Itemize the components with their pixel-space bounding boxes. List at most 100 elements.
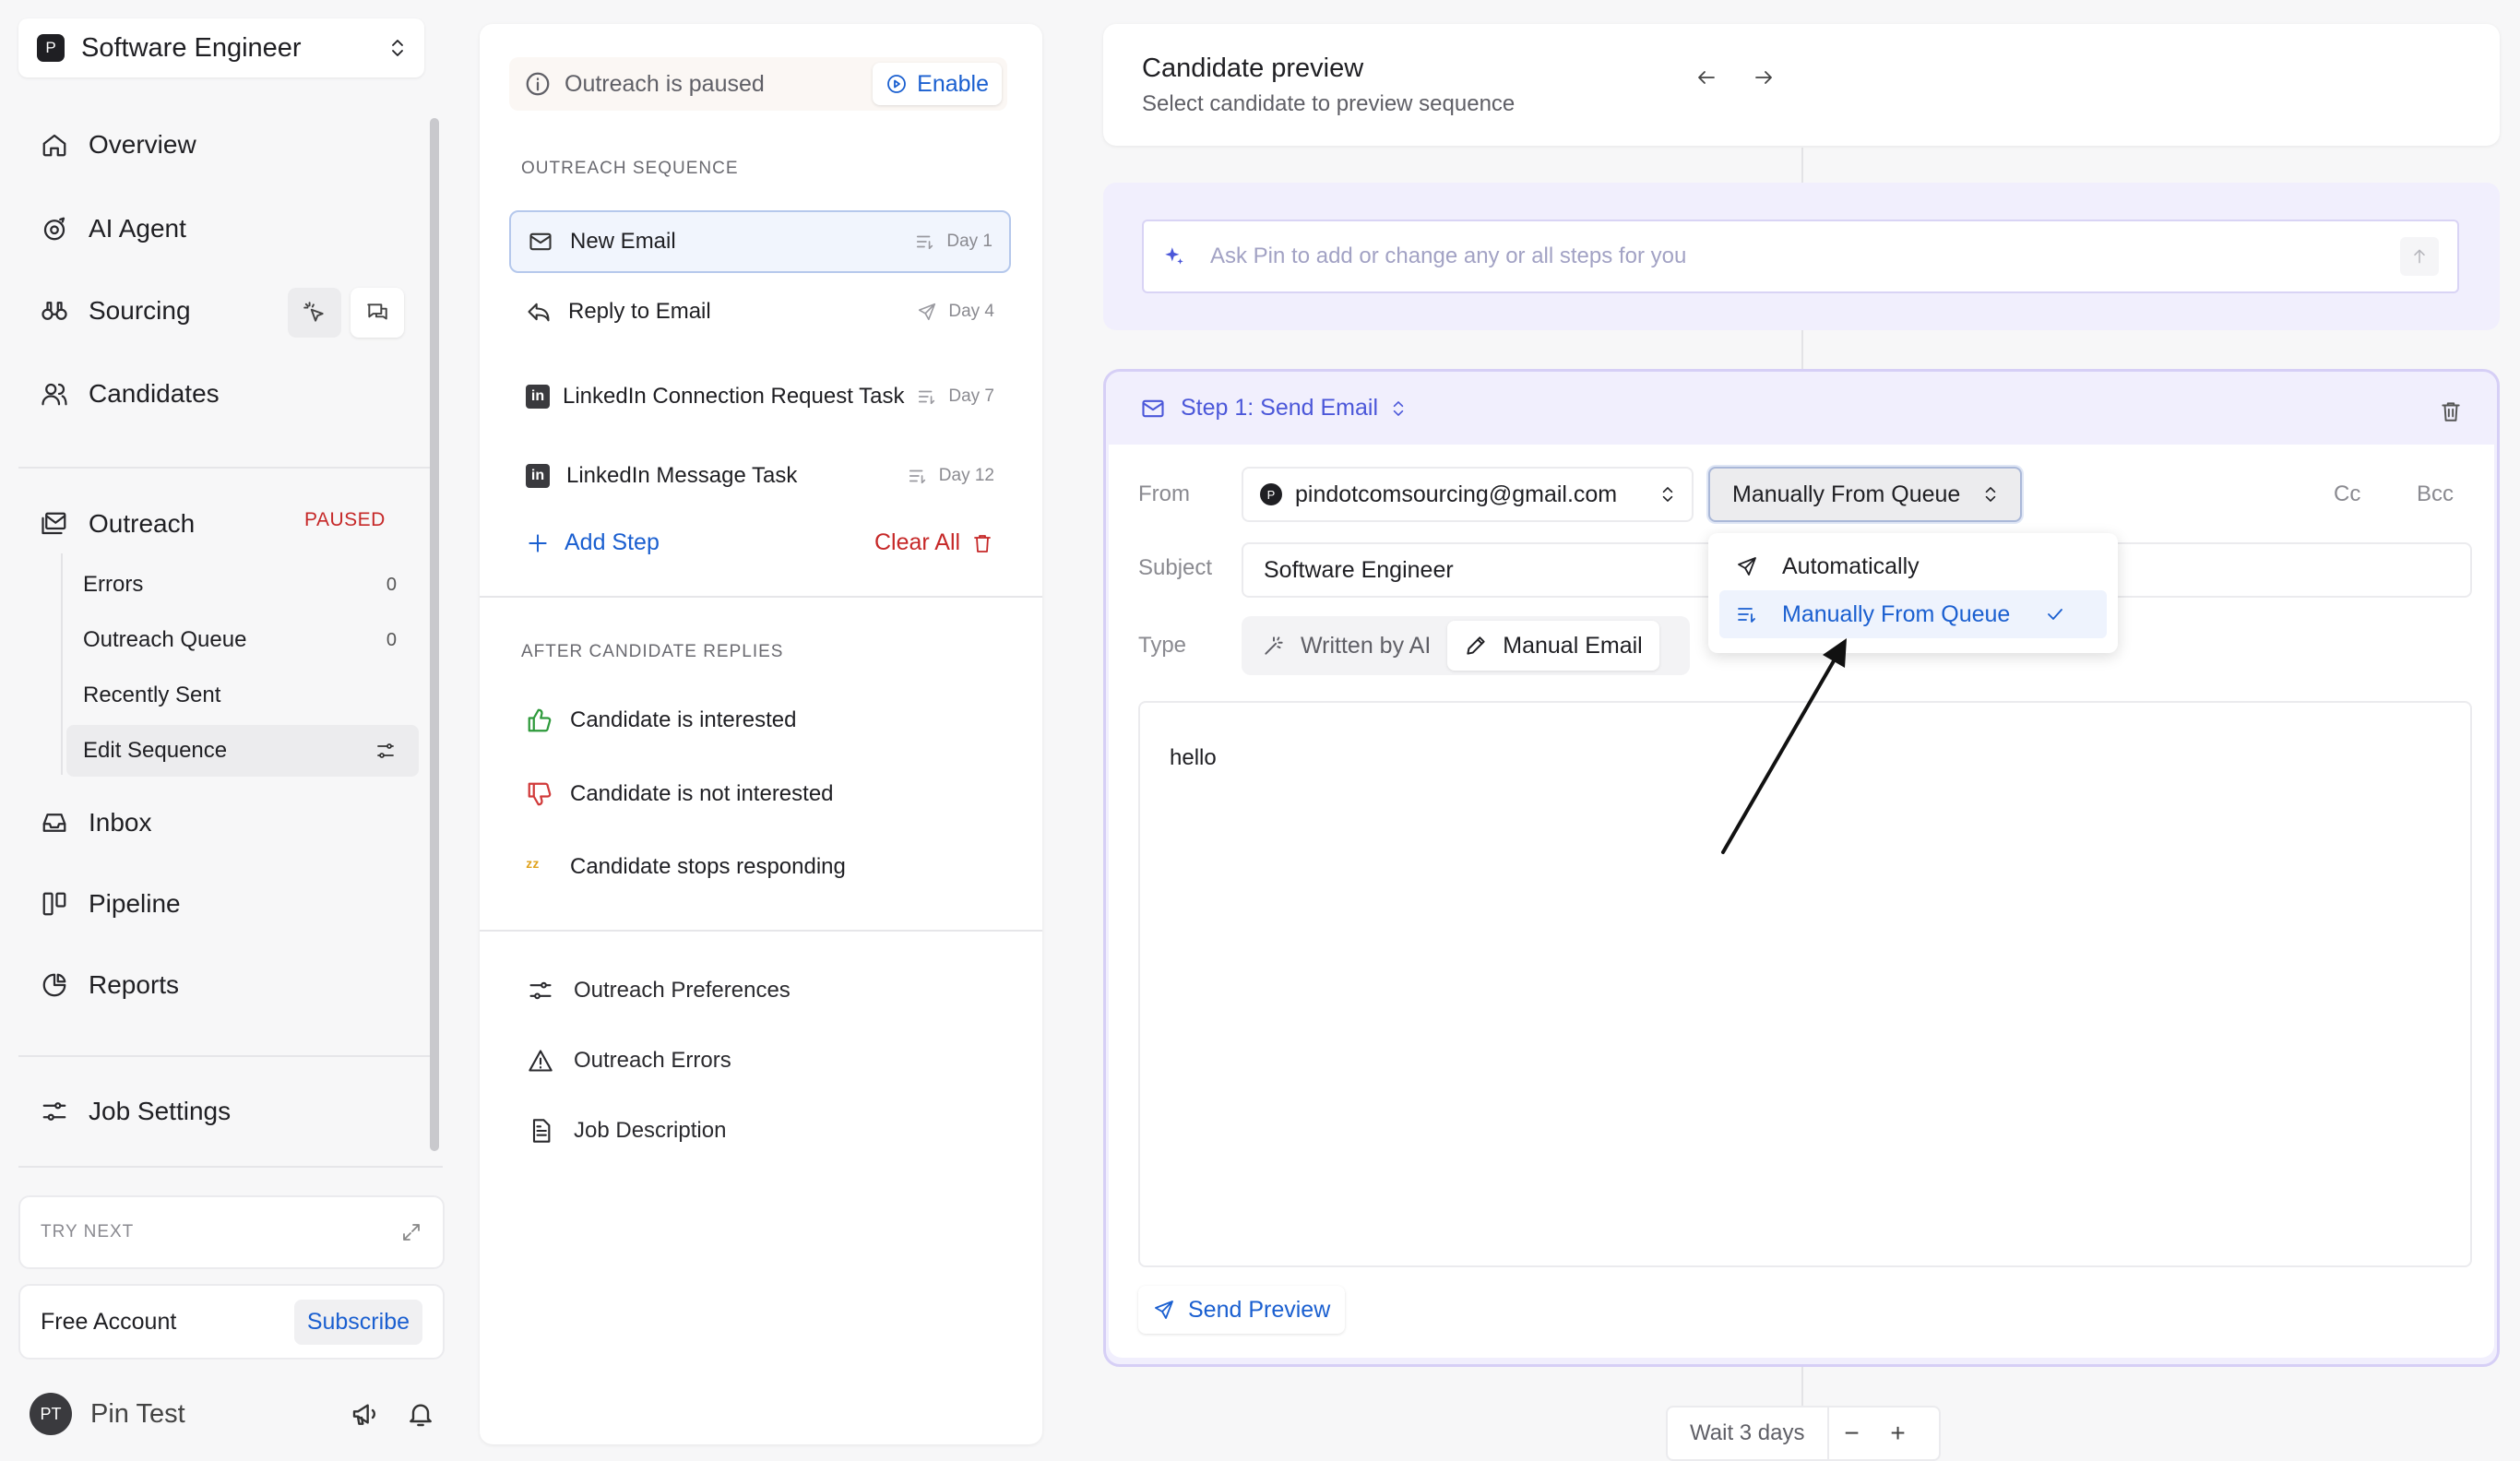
binoculars-icon — [41, 297, 72, 325]
try-next-card[interactable]: TRY NEXT — [18, 1195, 445, 1269]
status-badge: PAUSED — [304, 509, 386, 530]
sleep-zzz-icon: ᶻᶻ — [526, 856, 540, 877]
increment-button[interactable]: + — [1875, 1419, 1921, 1448]
bcc-button[interactable]: Bcc — [2417, 481, 2454, 507]
nav-job-settings[interactable]: Job Settings — [41, 1088, 231, 1134]
nav-sourcing[interactable]: Sourcing — [41, 288, 191, 334]
step-day: Day 12 — [908, 466, 994, 486]
sidebar-item-recently-sent[interactable]: Recently Sent — [66, 670, 419, 721]
nav-reports[interactable]: Reports — [41, 962, 179, 1008]
sliders-icon — [528, 978, 553, 1004]
preview-subtitle: Select candidate to preview sequence — [1142, 91, 1516, 116]
step-title: Step 1: Send Email — [1181, 395, 1379, 421]
sub-item-count: 0 — [386, 574, 397, 595]
pencil-icon — [1467, 636, 1485, 655]
dropdown-option-automatically[interactable]: Automatically — [1719, 542, 2107, 590]
arrow-up-icon[interactable] — [2400, 237, 2439, 276]
cc-button[interactable]: Cc — [2334, 481, 2360, 507]
link-outreach-errors[interactable]: Outreach Errors — [528, 1048, 731, 1074]
arrow-left-icon[interactable] — [1695, 66, 1718, 89]
clear-all-button[interactable]: Clear All — [874, 529, 993, 556]
arrow-right-icon[interactable] — [1753, 66, 1775, 89]
send-mode-dropdown: Automatically Manually From Queue — [1708, 533, 2118, 653]
link-outreach-preferences[interactable]: Outreach Preferences — [528, 978, 790, 1004]
try-next-label: TRY NEXT — [41, 1222, 135, 1241]
sidebar-scrollbar[interactable] — [430, 118, 439, 1151]
enable-button[interactable]: Enable — [873, 63, 1002, 105]
preview-title: Candidate preview — [1142, 53, 1364, 83]
thumbs-down-icon — [526, 780, 553, 808]
queue-icon — [917, 235, 933, 250]
kanban-icon — [41, 890, 72, 918]
user-row: PT Pin Test — [30, 1391, 435, 1437]
nav-ai-agent[interactable]: AI Agent — [41, 206, 186, 252]
step-label: New Email — [570, 228, 676, 254]
nav-outreach[interactable]: Outreach — [41, 501, 195, 547]
nav-pipeline[interactable]: Pipeline — [41, 881, 181, 927]
reply-icon — [526, 299, 552, 325]
megaphone-icon[interactable] — [351, 1399, 380, 1429]
send-icon — [919, 303, 936, 321]
nav-pipeline-label: Pipeline — [89, 889, 181, 918]
send-mode-value: Manually From Queue — [1732, 481, 1961, 507]
sender-avatar: P — [1260, 483, 1282, 505]
step-day: Day 7 — [917, 386, 994, 407]
reply-branch-stops-responding[interactable]: ᶻᶻ Candidate stops responding — [526, 854, 846, 880]
dropdown-option-manual-queue[interactable]: Manually From Queue — [1719, 590, 2107, 638]
nav-overview[interactable]: Overview — [41, 122, 196, 168]
type-toggle: Written by AI Manual Email — [1242, 616, 1690, 675]
type-option-ai[interactable]: Written by AI — [1245, 621, 1447, 671]
send-preview-button[interactable]: Send Preview — [1138, 1286, 1346, 1334]
trash-icon[interactable] — [2439, 398, 2463, 424]
trash-icon — [974, 534, 991, 552]
wait-control: Wait 3 days − + — [1666, 1406, 1941, 1461]
step-day: Day 1 — [915, 232, 993, 252]
reply-branch-label: Candidate is not interested — [570, 781, 834, 806]
subject-value: Software Engineer — [1264, 556, 1454, 583]
linkedin-icon: in — [526, 385, 550, 409]
sourcing-chat-tool[interactable] — [351, 288, 404, 338]
add-step-button[interactable]: Add Step — [526, 529, 660, 556]
from-select[interactable]: P pindotcomsourcing@gmail.com — [1242, 467, 1694, 522]
from-value: pindotcomsourcing@gmail.com — [1295, 481, 1618, 507]
job-badge: P — [37, 34, 65, 62]
reply-branch-interested[interactable]: Candidate is interested — [526, 707, 796, 734]
queue-icon — [1738, 608, 1755, 623]
ask-pin-input[interactable]: Ask Pin to add or change any or all step… — [1142, 220, 2459, 293]
type-option-manual[interactable]: Manual Email — [1447, 621, 1659, 671]
queue-icon — [909, 469, 925, 484]
sequence-step-linkedin-message[interactable]: in LinkedIn Message Task Day 12 — [509, 445, 1011, 507]
chevron-updown-icon — [1662, 487, 1673, 502]
nav-reports-label: Reports — [89, 970, 180, 999]
sidebar-item-edit-sequence[interactable]: Edit Sequence — [66, 725, 419, 777]
nav-inbox[interactable]: Inbox — [41, 800, 152, 846]
type-label: Type — [1138, 633, 1187, 658]
step-header[interactable]: Step 1: Send Email — [1140, 395, 1406, 422]
chevron-updown-icon — [1985, 487, 1996, 502]
bell-icon[interactable] — [406, 1399, 435, 1429]
mail-icon — [1142, 399, 1164, 417]
decrement-button[interactable]: − — [1829, 1419, 1875, 1448]
plan-label: Free Account — [41, 1308, 177, 1335]
sequence-step-linkedin-connect[interactable]: in LinkedIn Connection Request Task Day … — [509, 362, 1011, 432]
sidebar-item-outreach-queue[interactable]: Outreach Queue 0 — [66, 614, 419, 666]
send-icon — [1738, 557, 1756, 576]
sourcing-click-tool[interactable] — [288, 288, 341, 338]
reply-branch-not-interested[interactable]: Candidate is not interested — [526, 780, 834, 808]
sidebar-item-errors[interactable]: Errors 0 — [66, 559, 419, 611]
document-icon — [528, 1118, 553, 1144]
panel-divider — [480, 596, 1042, 598]
settings-sliders-icon — [41, 1098, 72, 1125]
link-job-description[interactable]: Job Description — [528, 1118, 726, 1144]
add-step-label: Add Step — [565, 529, 660, 555]
avatar[interactable]: PT — [30, 1393, 72, 1435]
sub-nav-guide — [61, 553, 63, 775]
nav-candidates[interactable]: Candidates — [41, 371, 220, 417]
job-selector[interactable]: P Software Engineer — [18, 18, 424, 77]
send-icon — [1155, 1301, 1173, 1319]
sidebar-divider — [18, 1055, 430, 1057]
subscribe-button[interactable]: Subscribe — [293, 1299, 422, 1345]
sequence-step-reply[interactable]: Reply to Email Day 4 — [509, 280, 1011, 343]
sequence-step-new-email[interactable]: New Email Day 1 — [509, 210, 1011, 273]
send-mode-select[interactable]: Manually From Queue — [1708, 467, 2022, 522]
